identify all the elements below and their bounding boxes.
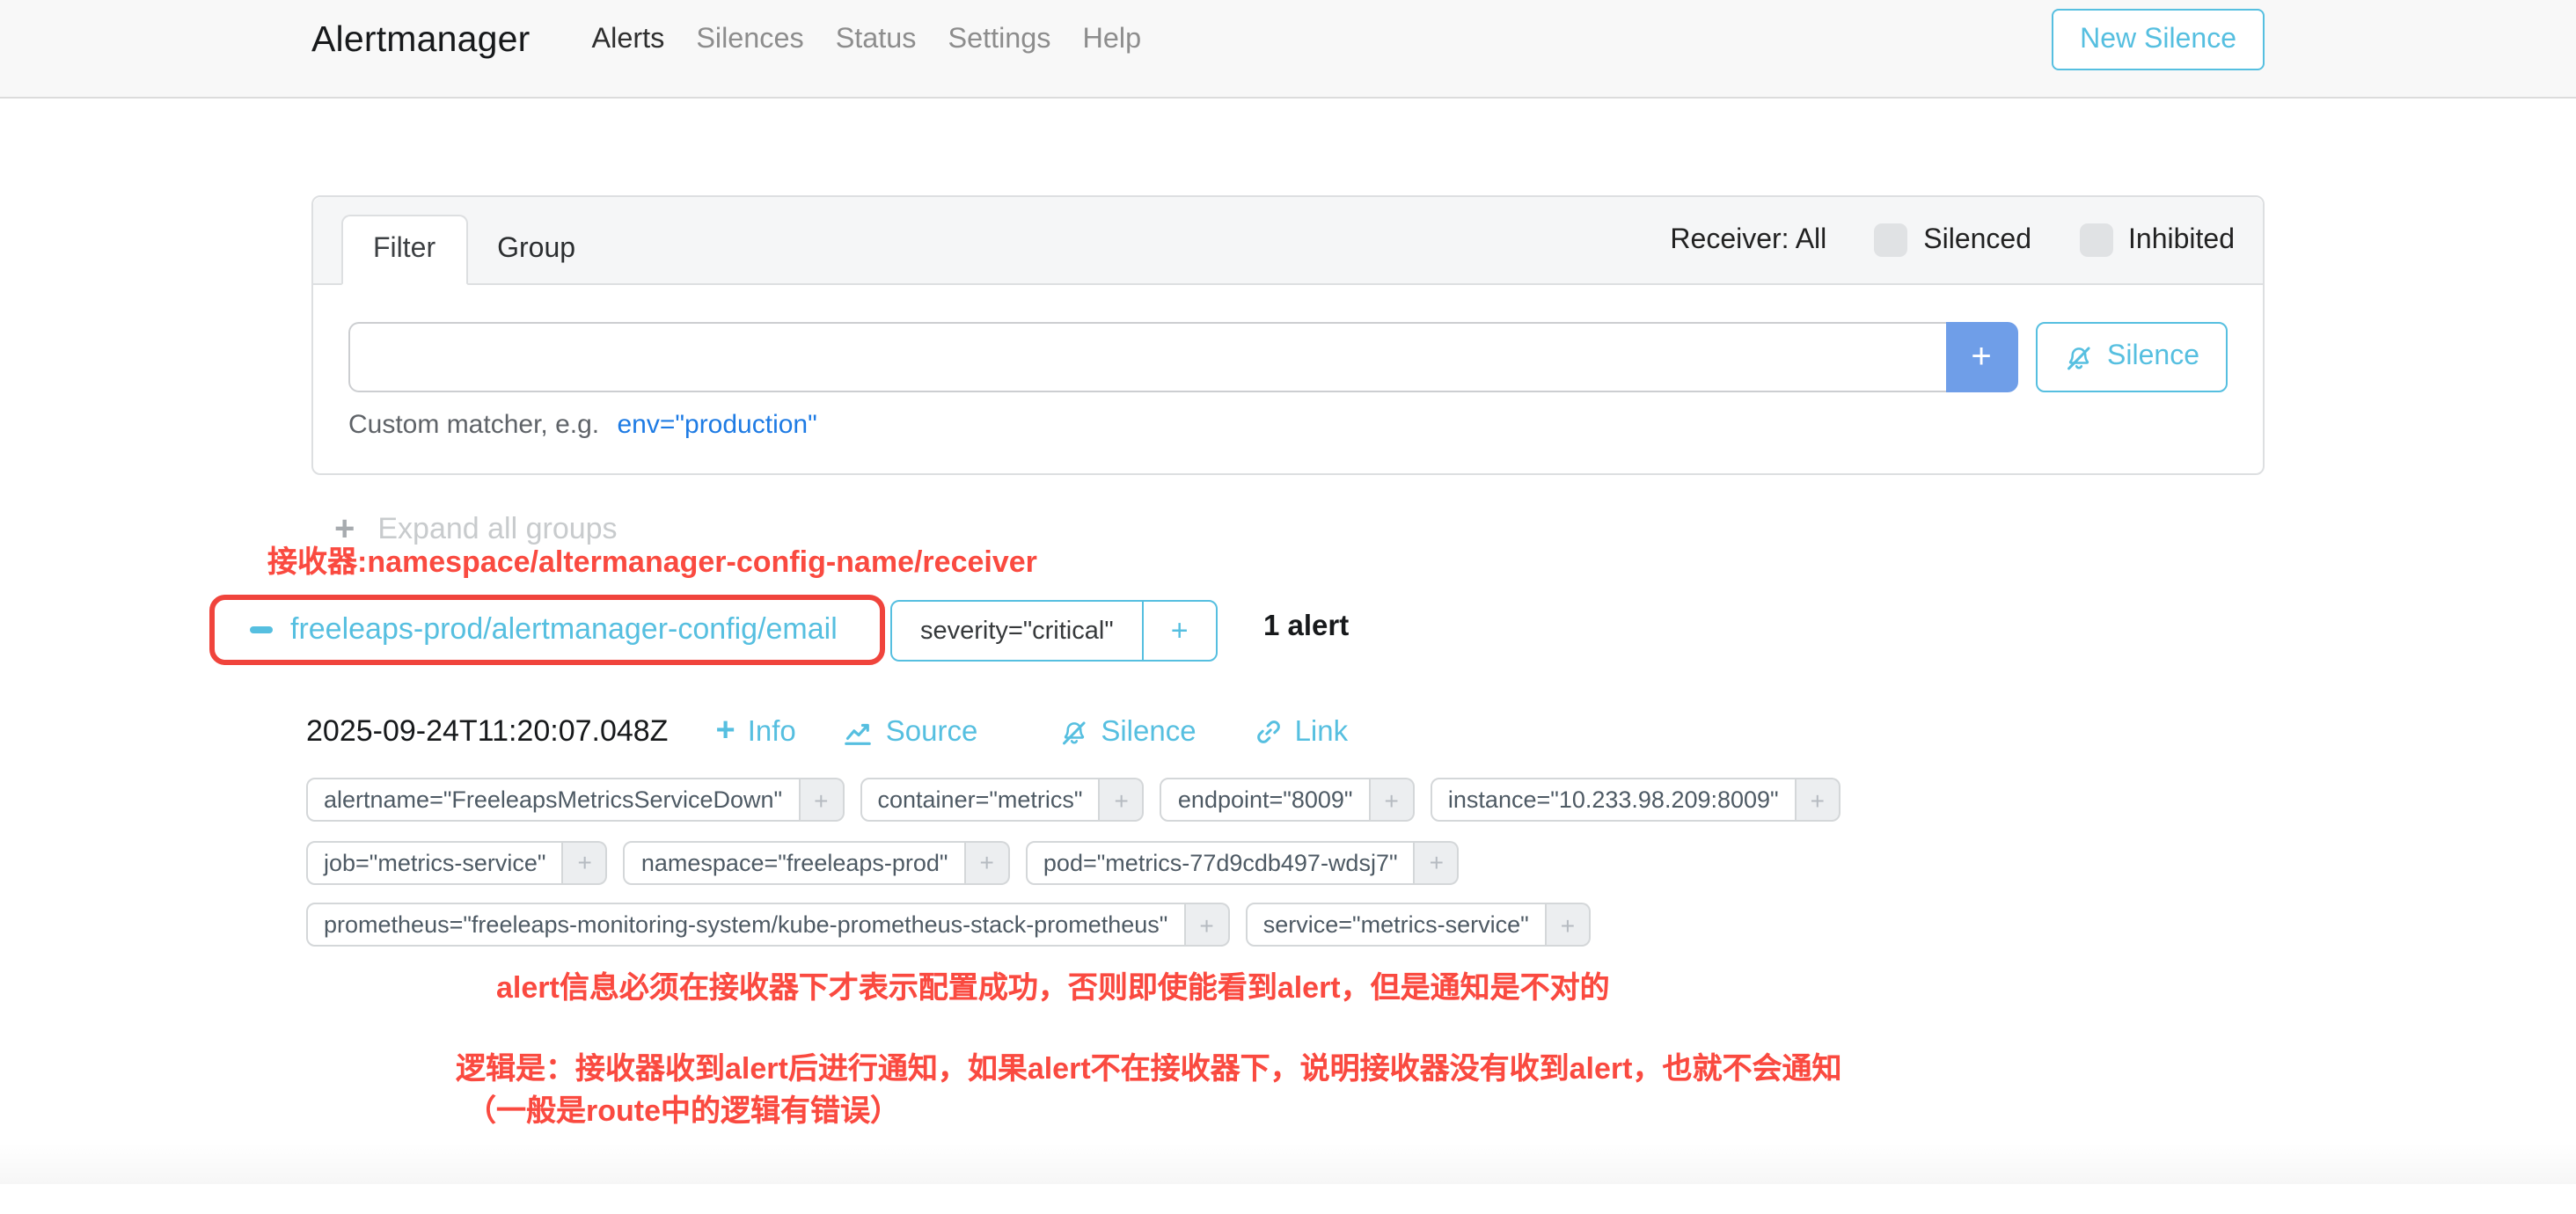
- label-tag: job="metrics-service" +: [306, 840, 608, 884]
- label-add-filter-button[interactable]: +: [1101, 778, 1145, 822]
- source-action[interactable]: Source: [844, 715, 978, 749]
- matcher-input[interactable]: [348, 322, 1945, 392]
- label-tag: prometheus="freeleaps-monitoring-system/…: [306, 903, 1230, 947]
- label-tag-text: alertname="FreeleapsMetricsServiceDown": [306, 778, 800, 822]
- silenced-checkbox[interactable]: [1874, 223, 1907, 257]
- tab-group[interactable]: Group: [467, 216, 605, 283]
- tab-filter[interactable]: Filter: [341, 215, 467, 285]
- label-tag: endpoint="8009" +: [1160, 778, 1415, 822]
- matcher-example-link[interactable]: env="production": [617, 410, 816, 440]
- group-key-add-button[interactable]: +: [1142, 602, 1216, 660]
- group-key-chip: severity="critical" +: [890, 600, 1218, 662]
- label-row-1: alertname="FreeleapsMetricsServiceDown" …: [306, 778, 1841, 822]
- silence-button[interactable]: Silence: [2035, 322, 2228, 392]
- label-row-2: job="metrics-service" + namespace="freel…: [306, 840, 1460, 884]
- filter-options: Receiver: All Silenced Inhibited: [1670, 223, 2235, 257]
- main-content: Filter Group Receiver: All Silenced Inhi…: [311, 99, 2265, 1214]
- alert-meta-row: 2025-09-24T11:20:07.048Z + Info Source: [306, 709, 1348, 755]
- receiver-group-toggle[interactable]: freeleaps-prod/alertmanager-config/email: [215, 612, 838, 647]
- inhibited-checkbox[interactable]: [2079, 223, 2112, 257]
- nav-alerts[interactable]: Alerts: [576, 23, 681, 56]
- link-action-label: Link: [1295, 715, 1349, 749]
- filter-card-body: + Silence Custom matcher, e.g. env="prod…: [313, 285, 2263, 473]
- app-brand[interactable]: Alertmanager: [311, 18, 531, 61]
- top-navbar: Alertmanager Alerts Silences Status Sett…: [0, 0, 2576, 99]
- label-add-filter-button[interactable]: +: [1547, 903, 1591, 947]
- silenced-label[interactable]: Silenced: [1923, 224, 2031, 256]
- source-action-label: Source: [886, 715, 978, 749]
- silence-action[interactable]: Silence: [1058, 715, 1196, 749]
- plus-icon: +: [715, 718, 735, 746]
- annotation-highlight-box: freeleaps-prod/alertmanager-config/email: [209, 595, 885, 665]
- alert-count: 1 alert: [1263, 611, 1349, 644]
- label-tag-text: container="metrics": [860, 778, 1101, 822]
- label-add-filter-button[interactable]: +: [1416, 840, 1460, 884]
- label-add-filter-button[interactable]: +: [564, 840, 608, 884]
- filter-card: Filter Group Receiver: All Silenced Inhi…: [311, 195, 2265, 475]
- chart-line-icon: [844, 717, 874, 747]
- add-matcher-button[interactable]: +: [1945, 322, 2017, 392]
- bottom-shade: [0, 1142, 2576, 1184]
- annotation-line-3: （一般是route中的逻辑有错误）: [466, 1086, 900, 1130]
- label-tag: pod="metrics-77d9cdb497-wdsj7" +: [1026, 840, 1460, 884]
- label-tag-text: service="metrics-service": [1246, 903, 1547, 947]
- filter-tabs: Filter Group: [341, 197, 605, 283]
- annotation-receiver-note: 接收器:namespace/altermanager-config-name/r…: [267, 537, 1037, 581]
- label-tag-text: job="metrics-service": [306, 840, 564, 884]
- label-tag-text: prometheus="freeleaps-monitoring-system/…: [306, 903, 1185, 947]
- helper-text: Custom matcher, e.g.: [348, 410, 599, 440]
- matcher-helper: Custom matcher, e.g. env="production": [348, 410, 2228, 440]
- nav-help[interactable]: Help: [1067, 23, 1158, 56]
- nav-settings[interactable]: Settings: [933, 23, 1067, 56]
- label-tag: container="metrics" +: [860, 778, 1145, 822]
- label-tag-text: pod="metrics-77d9cdb497-wdsj7": [1026, 840, 1416, 884]
- collapse-minus-icon: [250, 627, 273, 633]
- group-key-label: severity="critical": [892, 602, 1142, 660]
- label-tag: namespace="freeleaps-prod" +: [624, 840, 1010, 884]
- silence-button-label: Silence: [2107, 341, 2199, 373]
- label-add-filter-button[interactable]: +: [966, 840, 1010, 884]
- label-add-filter-button[interactable]: +: [1371, 778, 1415, 822]
- link-icon: [1255, 718, 1283, 746]
- label-row-3: prometheus="freeleaps-monitoring-system/…: [306, 903, 1591, 947]
- silence-action-label: Silence: [1101, 715, 1196, 749]
- groups-area: + Expand all groups 接收器:namespace/alterm…: [311, 475, 2265, 1214]
- nav-silences[interactable]: Silences: [680, 23, 819, 56]
- receiver-group-name: freeleaps-prod/alertmanager-config/email: [290, 612, 838, 647]
- matcher-input-group: +: [348, 322, 2017, 392]
- label-tag: alertname="FreeleapsMetricsServiceDown" …: [306, 778, 845, 822]
- annotation-line-1: alert信息必须在接收器下才表示配置成功，否则即使能看到alert，但是通知是…: [496, 962, 1610, 1006]
- label-tag-text: endpoint="8009": [1160, 778, 1371, 822]
- label-add-filter-button[interactable]: +: [1185, 903, 1229, 947]
- filter-card-header: Filter Group Receiver: All Silenced Inhi…: [313, 197, 2263, 285]
- inhibited-label[interactable]: Inhibited: [2128, 224, 2235, 256]
- label-tag: service="metrics-service" +: [1246, 903, 1591, 947]
- label-tag-text: instance="10.233.98.209:8009": [1431, 778, 1797, 822]
- label-tag-text: namespace="freeleaps-prod": [624, 840, 966, 884]
- annotation-line-2: 逻辑是：接收器收到alert后进行通知，如果alert不在接收器下，说明接收器没…: [456, 1043, 1841, 1087]
- alertmanager-page: Alertmanager Alerts Silences Status Sett…: [0, 0, 2576, 1184]
- bell-slash-icon: [1058, 717, 1088, 747]
- bell-slash-icon: [2063, 342, 2093, 372]
- label-add-filter-button[interactable]: +: [800, 778, 844, 822]
- alert-timestamp: 2025-09-24T11:20:07.048Z: [306, 714, 668, 750]
- info-action[interactable]: + Info: [715, 715, 795, 749]
- label-tag: instance="10.233.98.209:8009" +: [1431, 778, 1841, 822]
- receiver-filter[interactable]: Receiver: All: [1670, 224, 1826, 256]
- link-action[interactable]: Link: [1255, 715, 1349, 749]
- label-add-filter-button[interactable]: +: [1797, 778, 1841, 822]
- info-action-label: Info: [748, 715, 796, 749]
- nav-status[interactable]: Status: [820, 23, 933, 56]
- new-silence-button[interactable]: New Silence: [2052, 9, 2265, 70]
- main-nav: Alerts Silences Status Settings Help: [576, 23, 1158, 56]
